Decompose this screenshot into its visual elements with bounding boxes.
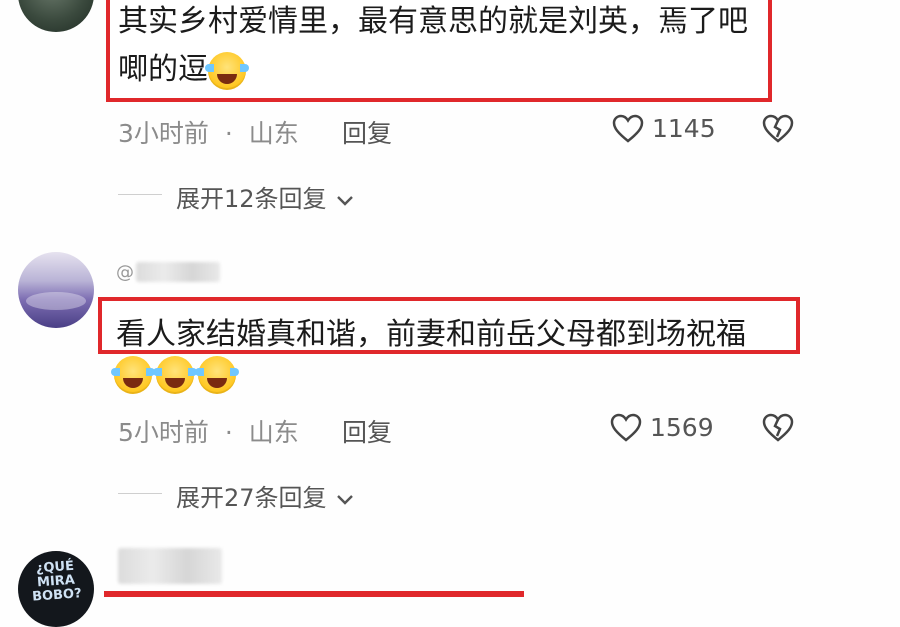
like-button[interactable] [612,114,644,144]
location-label: 山东 [248,418,299,447]
broken-heart-icon [762,114,794,143]
comment-time: 3小时前 · 山东 [118,114,299,150]
meta-separator: · [224,119,233,148]
laugh-cry-emoji [153,356,197,394]
expand-divider [118,493,162,494]
comment-text: 看人家结婚真和谐，前妻和前岳父母都到场祝福 [116,317,746,352]
laugh-cry-emoji [195,356,239,394]
dislike-button[interactable] [762,114,794,144]
expand-replies-button[interactable]: 展开27条回复 [176,478,356,513]
dislike-button[interactable] [762,413,794,443]
time-label: 3小时前 [118,119,209,148]
username-prefix: @ [116,262,134,283]
location-label: 山东 [248,119,299,148]
highlight-box-edge [104,591,524,597]
comment-text-tail: 唧的逗 [118,52,208,87]
reply-button[interactable]: 回复 [342,114,392,150]
emoji-row [111,356,240,394]
avatar-text: ¿QUÉ MIRA BOBO? [31,558,83,605]
comment-time: 5小时前 · 山东 [118,413,299,449]
chevron-down-icon [337,196,354,206]
avatar[interactable] [18,0,94,32]
expand-replies-label: 展开12条回复 [176,185,327,213]
expand-replies-button[interactable]: 展开12条回复 [176,179,356,214]
meta-separator: · [224,418,233,447]
laugh-cry-emoji [205,51,249,90]
avatar[interactable]: ¿QUÉ MIRA BOBO? [18,551,94,627]
heart-outline-icon [610,413,642,442]
avatar[interactable] [18,252,94,328]
like-button[interactable] [610,413,642,443]
like-count: 1569 [650,413,714,442]
highlighted-comment: 看人家结婚真和谐，前妻和前岳父母都到场祝福 [98,297,800,354]
blurred-username [136,262,220,282]
expand-divider [118,194,162,195]
comment-text: 其实乡村爱情里，最有意思的就是刘英，焉了吧 [118,4,748,39]
laugh-cry-emoji [111,356,155,394]
blurred-username [118,548,222,584]
broken-heart-icon [762,413,794,442]
time-label: 5小时前 [118,418,209,447]
expand-replies-label: 展开27条回复 [176,484,327,512]
highlighted-comment: 其实乡村爱情里，最有意思的就是刘英，焉了吧 唧的逗 [106,0,772,102]
comment-text-line2: 唧的逗 [118,44,250,90]
heart-outline-icon [612,114,644,143]
chevron-down-icon [337,495,354,505]
reply-button[interactable]: 回复 [342,413,392,449]
like-count: 1145 [652,114,716,143]
